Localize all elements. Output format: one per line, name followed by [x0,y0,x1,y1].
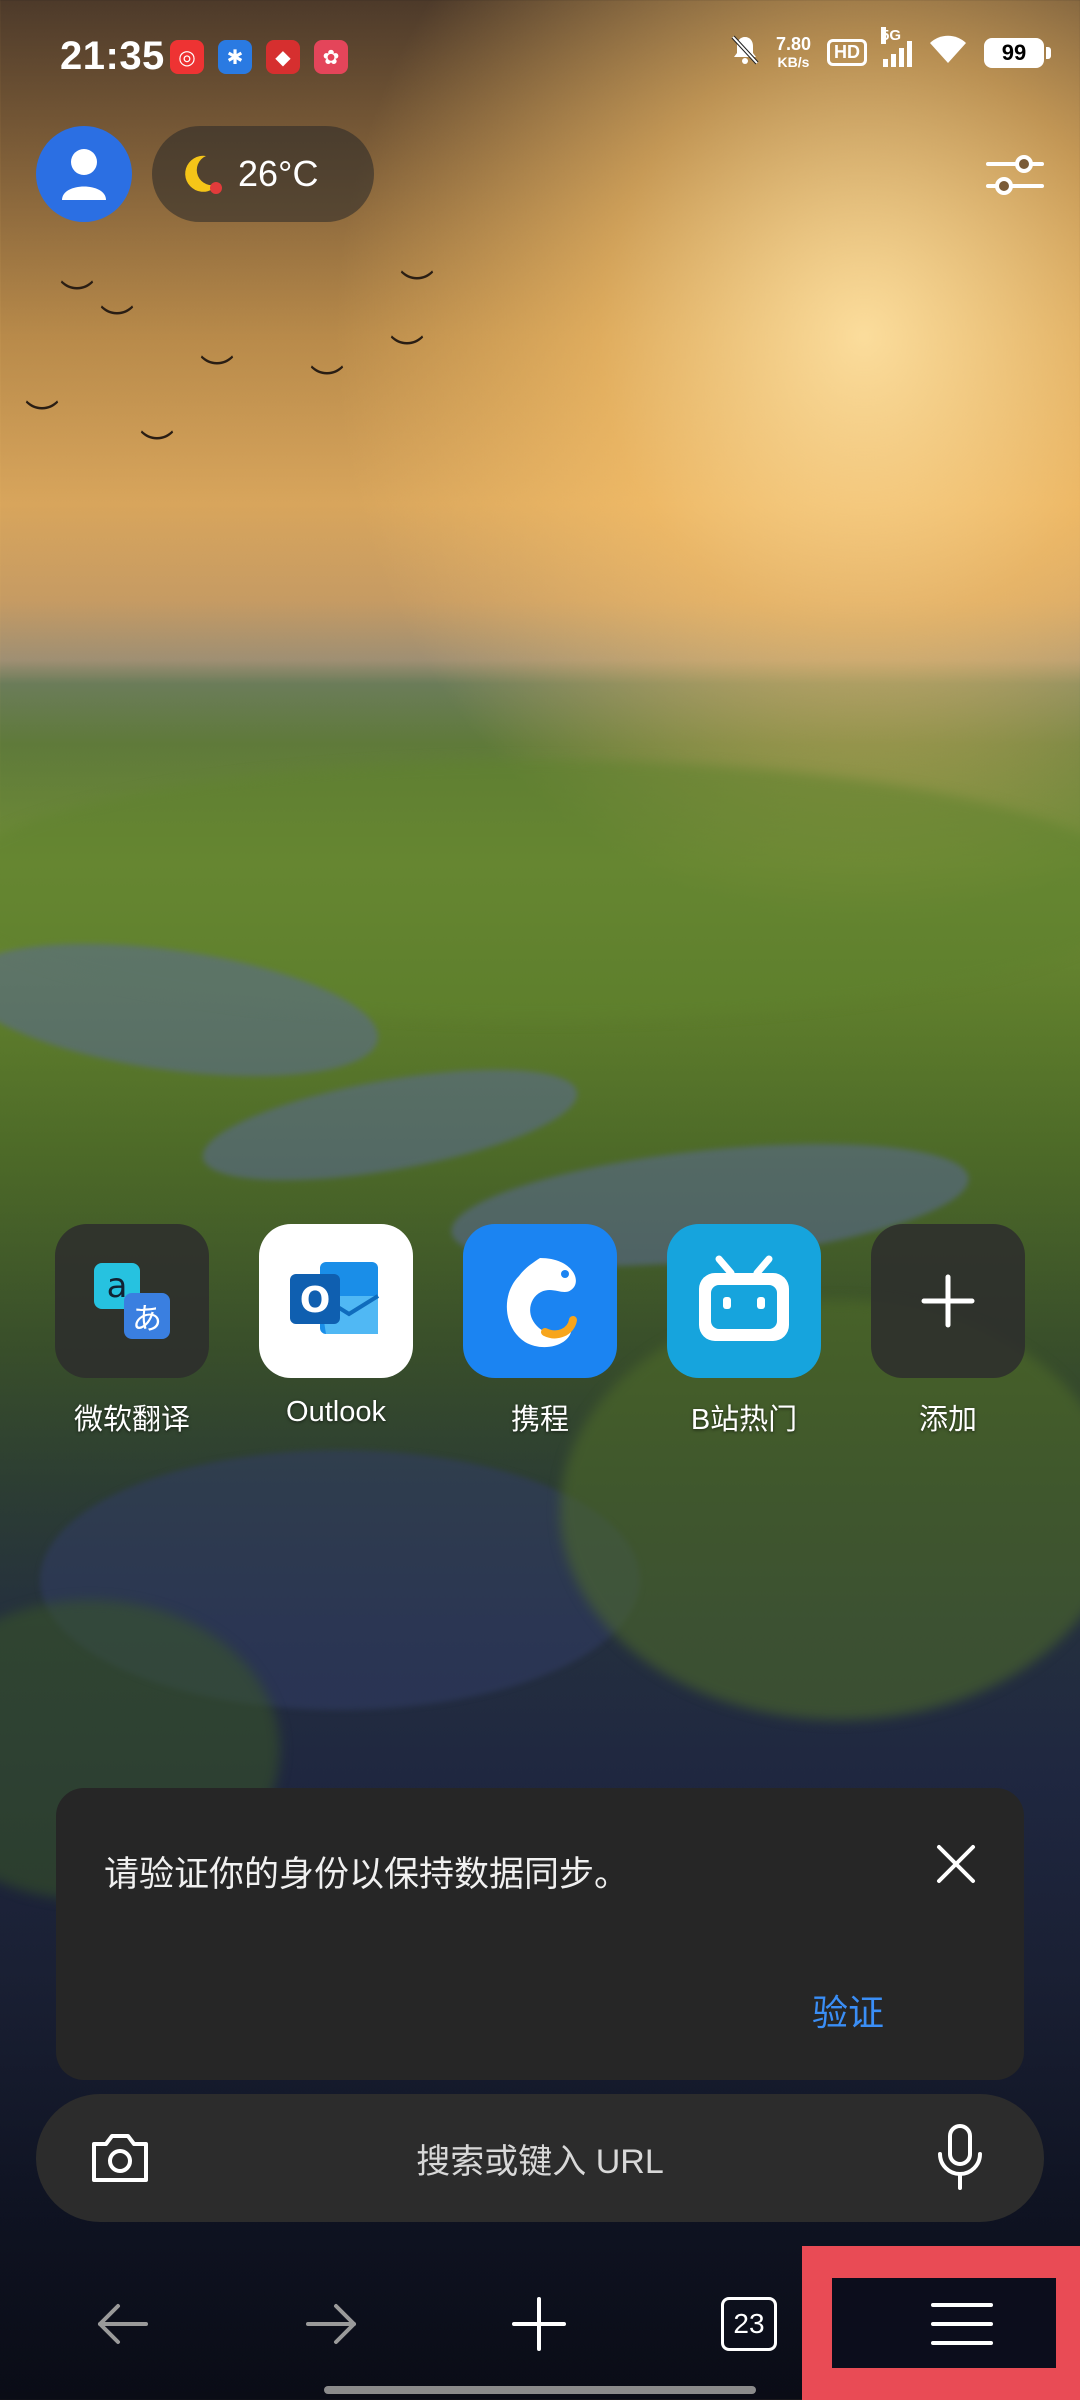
speed-dial-outlook[interactable]: O Outlook [258,1224,414,1438]
bilibili-icon [699,1255,789,1341]
speed-dial-label: 携程 [510,1404,569,1436]
person-icon [62,149,106,200]
battery-indicator: 99 [984,37,1051,68]
mute-bell-icon [730,34,760,71]
tab-count-badge: 23 [721,2297,777,2351]
close-card-button[interactable] [920,1828,992,1900]
wifi-icon [928,35,968,70]
speed-dial-label: Outlook [286,1396,386,1428]
netease-music-icon: ◎ [170,40,204,74]
moon-icon [185,155,222,194]
close-icon [937,1845,975,1883]
svg-text:あ: あ [132,1302,162,1337]
verify-button[interactable]: 验证 [812,1984,884,2036]
plus-icon [512,2297,566,2351]
status-time: 21:35 [60,34,165,78]
speed-dial: a あ 微软翻译 O Outlook 携程 B站热门 添加 [54,1224,1026,1438]
speed-dial-label: 添加 [918,1404,977,1436]
forward-arrow-icon [306,2304,356,2344]
speed-dial-microsoft-translator[interactable]: a あ 微软翻译 [54,1224,210,1438]
ctrip-icon [506,1258,577,1348]
menu-button[interactable] [902,2248,1022,2400]
search-input[interactable]: 搜索或键入 URL [36,2094,1044,2222]
verify-identity-card: 请验证你的身份以保持数据同步。 验证 [56,1788,1024,2080]
speed-dial-ctrip[interactable]: 携程 [462,1224,618,1438]
speed-dial-label: B站热门 [690,1404,798,1436]
verify-message: 请验证你的身份以保持数据同步。 [104,1855,630,1894]
search-bar: 搜索或键入 URL [36,2094,1044,2222]
forward-button[interactable] [286,2248,376,2400]
speed-dial-add[interactable]: 添加 [870,1224,1026,1438]
bottom-toolbar: 23 [0,2248,1080,2400]
speed-dial-label: 微软翻译 [73,1404,190,1436]
speed-dial-bilibili[interactable]: B站热门 [666,1224,822,1438]
camera-icon [92,2134,148,2182]
notification-icons: ◎ ✱ ◆ ✿ [170,40,348,74]
back-arrow-icon [98,2304,148,2344]
hamburger-menu-icon [931,2303,993,2345]
home-indicator[interactable] [324,2386,756,2394]
outlook-icon: O [290,1262,380,1334]
voice-search-button[interactable] [926,2122,994,2194]
svg-text:O: O [300,1280,331,1321]
page-settings-button[interactable] [980,140,1050,210]
back-button[interactable] [78,2248,168,2400]
hd-voice-badge: HD [827,39,867,66]
camera-search-button[interactable] [86,2124,154,2192]
new-tab-button[interactable] [494,2248,584,2400]
qq-browser-icon: ✱ [218,40,252,74]
plus-icon [921,1274,975,1328]
microphone-icon [938,2124,982,2190]
sliders-icon [986,155,1044,195]
status-bar: 21:35 ◎ ✱ ◆ ✿ 7.80 KB/s HD 5G 99 [0,0,1080,110]
cellular-signal-icon: 5G [881,26,912,67]
weather-temperature: 26°C [238,153,319,194]
red-app-icon: ◆ [266,40,300,74]
tabs-button[interactable]: 23 [704,2248,794,2400]
taobao-event-icon: ✿ [314,40,348,74]
microsoft-translator-icon: a あ [94,1263,170,1339]
network-speed: 7.80 KB/s [775,33,811,70]
profile-avatar-button[interactable] [36,126,132,222]
weather-widget[interactable]: 26°C [152,126,374,222]
